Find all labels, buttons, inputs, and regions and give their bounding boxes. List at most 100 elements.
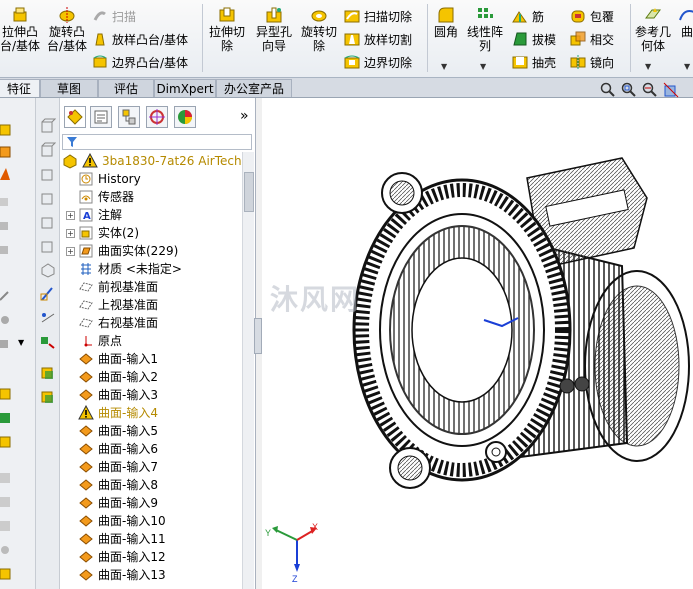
scrollbar-thumb[interactable] [244,172,254,212]
tree-item[interactable]: 曲面-输入6 [66,440,158,458]
tool-icon[interactable] [0,470,16,486]
tool-icon[interactable] [0,434,16,450]
extrude-cut-button[interactable]: 拉伸切 除 [206,6,248,53]
loft-cut-button[interactable]: 放样切割 [344,29,412,49]
cube-view-icon[interactable] [40,262,56,278]
tool-icon[interactable] [0,410,16,426]
tree-item[interactable]: 传感器 [66,188,134,206]
sketch-icon[interactable] [40,286,56,302]
cube-view-icon[interactable] [40,166,56,182]
tree-item[interactable]: 材质 <未指定> [66,260,182,278]
tool-icon[interactable] [0,144,16,160]
shell-button[interactable]: 抽壳 [512,52,556,72]
tab-evaluate[interactable]: 评估 [98,79,154,97]
mirror-button[interactable]: 镜向 [570,52,614,72]
tool-icon[interactable] [0,312,16,328]
revolve-cut-button[interactable]: 旋转切 除 [298,6,340,53]
tool-icon[interactable] [0,288,16,304]
boundary-boss-button[interactable]: 边界凸台/基体 [92,52,188,72]
linear-pattern-button[interactable]: 线性阵 列 [465,6,505,53]
tree-item[interactable]: 曲面-输入8 [66,476,158,494]
extrude-boss-button[interactable]: 拉伸凸 台/基体 [0,6,40,53]
cube-view-icon[interactable] [40,142,56,158]
tree-item[interactable]: History [66,170,141,188]
rib-button[interactable]: 筋 [512,6,544,26]
tree-item[interactable]: 曲面-输入2 [66,368,158,386]
panel-expand-arrow[interactable]: » [240,108,249,124]
propertymanager-tab[interactable] [90,106,112,128]
tree-item[interactable]: 曲面-输入1 [66,350,158,368]
tree-item[interactable]: 曲面-输入13 [66,566,166,584]
zoom-to-area-icon[interactable] [621,82,637,98]
sweep-boss-button[interactable]: 扫描 [92,6,136,26]
wrap-button[interactable]: 包覆 [570,6,614,26]
reference-geometry-button[interactable]: 参考几 何体 [633,6,673,53]
section-view-icon[interactable] [663,82,679,98]
tree-item[interactable]: 曲面-输入4 [66,404,158,422]
tool-icon[interactable] [40,366,56,382]
tree-filter-bar[interactable] [62,134,252,150]
cube-view-icon[interactable] [40,118,56,134]
tab-sketch[interactable]: 草图 [40,79,98,97]
cube-view-icon[interactable] [40,238,56,254]
revolve-boss-button[interactable]: 旋转凸 台/基体 [44,6,90,53]
curves-dropdown-arrow[interactable]: ▼ [684,62,690,71]
blower-3d-model[interactable]: Y X Z [262,98,693,589]
panel-splitter[interactable] [254,318,262,354]
expand-toggle[interactable]: + [66,228,75,238]
tool-icon[interactable] [0,518,16,534]
tree-item[interactable]: + 曲面实体(229) [66,242,178,260]
expand-toggle[interactable]: + [66,210,75,220]
draft-button[interactable]: 拔模 [512,29,556,49]
tree-item[interactable]: + 实体(2) [66,224,139,242]
tree-root-part[interactable]: 3ba1830-7at26 AirTech [62,152,242,170]
tree-item[interactable]: 曲面-输入11 [66,530,166,548]
dimxpertmanager-tab[interactable] [146,106,168,128]
loft-boss-button[interactable]: 放样凸台/基体 [92,29,188,49]
tool-icon[interactable] [0,194,16,210]
tool-icon[interactable] [0,166,16,182]
tree-item[interactable]: 曲面-输入9 [66,494,158,512]
pattern-dropdown-arrow[interactable]: ▼ [480,62,486,71]
tree-item[interactable]: 曲面-输入10 [66,512,166,530]
displaymanager-tab[interactable] [174,106,196,128]
tool-icon[interactable] [0,242,16,258]
tree-item[interactable]: 曲面-输入7 [66,458,158,476]
tree-item[interactable]: 曲面-输入5 [66,422,158,440]
configurationmanager-tab[interactable] [118,106,140,128]
tab-features[interactable]: 特征 [0,79,40,97]
tool-icon[interactable] [40,390,56,406]
sweep-cut-button[interactable]: 扫描切除 [344,6,412,26]
relation-icon[interactable] [40,334,56,350]
dropdown-arrow[interactable]: ▼ [18,338,24,347]
fillet-dropdown-arrow[interactable]: ▼ [441,62,447,71]
tab-office-products[interactable]: 办公室产品 [216,79,292,97]
tree-item[interactable]: 右视基准面 [66,314,158,332]
previous-view-icon[interactable] [642,82,658,98]
tree-item[interactable]: 曲面-输入3 [66,386,158,404]
fillet-button[interactable]: 圆角 [431,6,461,39]
boundary-cut-button[interactable]: 边界切除 [344,52,412,72]
tree-item[interactable]: 曲面-输入12 [66,548,166,566]
cube-view-icon[interactable] [40,190,56,206]
tool-icon[interactable] [0,494,16,510]
tree-scrollbar[interactable] [242,152,254,589]
tool-icon[interactable] [0,566,16,582]
curves-button[interactable]: 曲 [677,6,693,39]
tree-item[interactable]: 前视基准面 [66,278,158,296]
tab-dimxpert[interactable]: DimXpert [154,79,216,97]
ref-geometry-dropdown-arrow[interactable]: ▼ [645,62,651,71]
dimension-icon[interactable] [40,310,56,326]
graphics-area[interactable]: Y X Z [262,98,693,589]
tool-icon[interactable] [0,386,16,402]
intersect-button[interactable]: 相交 [570,29,614,49]
tool-icon[interactable] [0,336,16,352]
expand-toggle[interactable]: + [66,246,75,256]
tool-icon[interactable] [0,542,16,558]
tool-icon[interactable] [0,218,16,234]
hole-wizard-button[interactable]: 异型孔 向导 [252,6,296,53]
tree-item[interactable]: + A 注解 [66,206,122,224]
tree-item[interactable]: 上视基准面 [66,296,158,314]
zoom-to-fit-icon[interactable] [600,82,616,98]
tree-item[interactable]: 原点 [66,332,122,350]
